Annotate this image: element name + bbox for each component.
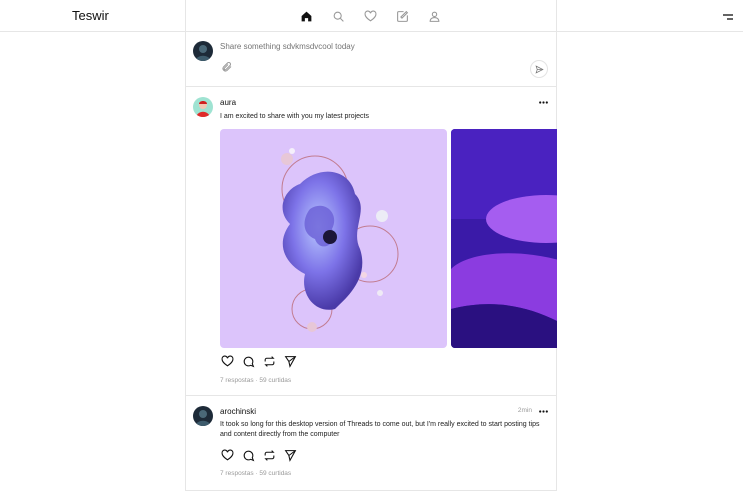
post-stats[interactable]: 7 respostas · 59 curtidas — [220, 470, 291, 477]
post-stats[interactable]: 7 respostas · 59 curtidas — [220, 377, 291, 384]
like-icon[interactable] — [220, 448, 234, 462]
image-carousel[interactable] — [220, 129, 557, 348]
send-button[interactable] — [530, 60, 548, 78]
comment-icon[interactable] — [241, 448, 255, 462]
post-username[interactable]: arochinski — [220, 407, 256, 416]
avatar[interactable] — [193, 406, 213, 426]
share-icon[interactable] — [283, 448, 297, 462]
avatar[interactable] — [193, 97, 213, 117]
brand-logo[interactable]: Teswir — [72, 8, 109, 23]
send-icon — [534, 64, 544, 74]
like-icon[interactable] — [220, 354, 234, 368]
share-icon[interactable] — [283, 354, 297, 368]
repost-icon[interactable] — [262, 448, 276, 462]
post-image[interactable] — [220, 129, 447, 348]
paperclip-icon[interactable] — [221, 60, 233, 72]
more-icon[interactable] — [538, 406, 548, 416]
post: aura I am excited to share with you my l… — [185, 88, 557, 396]
post-image[interactable] — [451, 129, 557, 348]
comment-icon[interactable] — [241, 354, 255, 368]
repost-icon[interactable] — [262, 354, 276, 368]
post-time: 2min — [517, 407, 532, 414]
menu-icon[interactable] — [722, 10, 734, 22]
composer-input[interactable] — [220, 42, 520, 51]
more-icon[interactable] — [538, 97, 548, 107]
post-text: It took so long for this desktop version… — [220, 421, 540, 438]
post: arochinski 2min It took so long for this… — [185, 397, 557, 491]
post-username[interactable]: aura — [220, 98, 236, 107]
post-actions — [220, 354, 297, 368]
post-actions — [220, 448, 297, 462]
post-text: I am excited to share with you my latest… — [220, 113, 370, 120]
composer — [185, 33, 557, 87]
avatar — [193, 41, 213, 61]
